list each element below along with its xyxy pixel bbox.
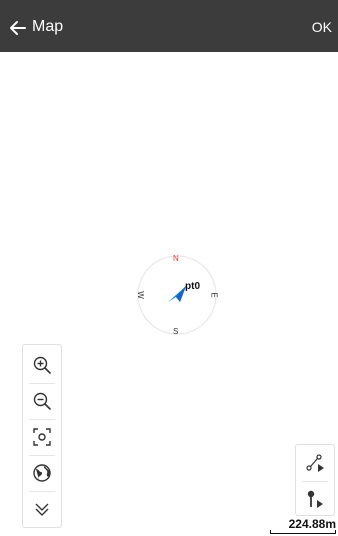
compass-west-label: W [135,291,145,299]
globe-icon [33,464,51,482]
right-toolbar [295,444,335,516]
pin-play-icon [307,490,323,508]
zoom-in-button[interactable] [23,347,61,383]
compass-north-label: N [173,254,179,263]
route-play-icon [306,454,324,472]
scale-bar [270,530,336,534]
zoom-out-icon [33,392,51,410]
app-bar: Map OK [0,0,338,52]
scale-indicator: 224.88m [266,516,336,534]
left-toolbar [22,344,62,528]
ok-button[interactable]: OK [312,17,332,37]
layers-button[interactable] [23,455,61,491]
back-arrow-icon[interactable] [8,18,28,38]
zoom-out-button[interactable] [23,383,61,419]
stake-play-button[interactable] [296,481,334,517]
compass-east-label: E [209,292,219,298]
page-title: Map [32,18,64,35]
route-play-button[interactable] [296,445,334,481]
collapse-button[interactable] [23,491,61,527]
point-label: pt0 [185,281,200,292]
double-chevron-down-icon [35,503,49,516]
focus-icon [33,428,51,446]
compass-south-label: S [173,327,179,336]
zoom-in-icon [33,356,51,374]
locate-button[interactable] [23,419,61,455]
